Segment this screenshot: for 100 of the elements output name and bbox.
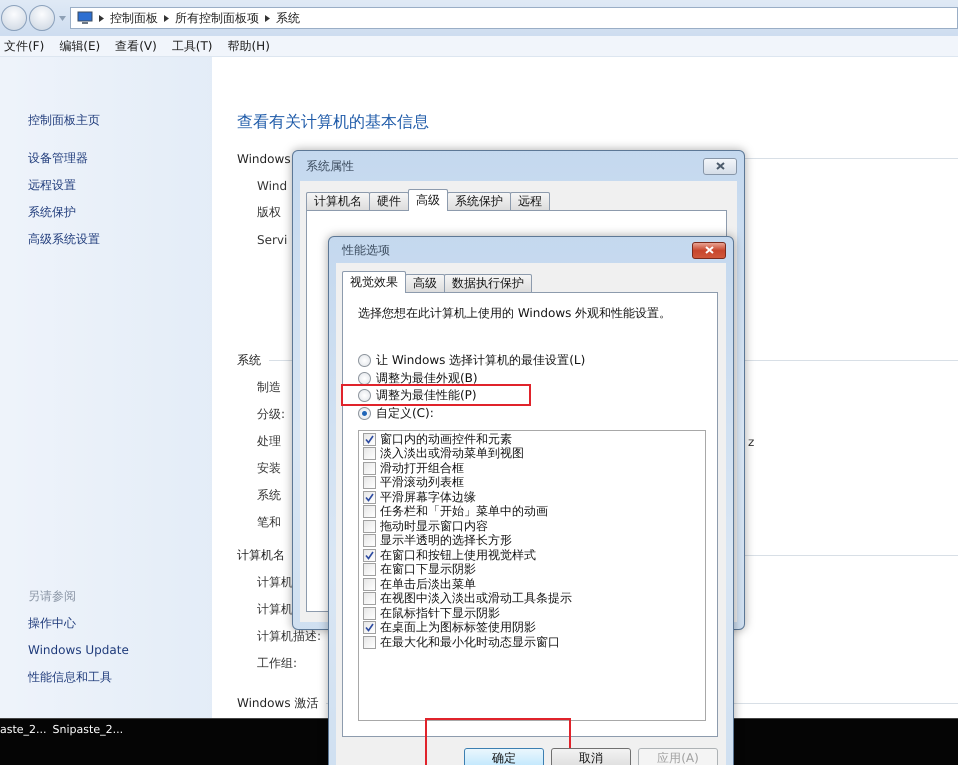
check-icon <box>365 434 374 444</box>
chevron-icon <box>265 14 270 22</box>
checkbox-label[interactable]: 在单击后淡出菜单 <box>380 576 476 593</box>
field-label: 分级: <box>257 406 286 423</box>
checkbox-label[interactable]: 拖动时显示窗口内容 <box>380 518 488 535</box>
sidebar-link[interactable]: 系统保护 <box>28 199 76 226</box>
sidebar-link[interactable]: 操作中心 <box>28 610 76 637</box>
computer-icon <box>77 11 93 25</box>
dialog-button[interactable]: 确定 <box>464 748 544 765</box>
check-icon <box>365 623 374 632</box>
sidebar-link[interactable]: 性能信息和工具 <box>28 664 112 691</box>
section-title: Windows 激活 <box>237 695 318 712</box>
close-icon <box>704 246 714 254</box>
checkbox[interactable] <box>363 592 376 606</box>
checkbox[interactable] <box>363 432 376 446</box>
sidebar-link[interactable]: 控制面板主页 <box>28 107 100 134</box>
taskbar-item[interactable]: aste_2... <box>0 723 47 736</box>
radio-label[interactable]: 自定义(C): <box>376 404 434 422</box>
checkbox[interactable] <box>363 534 376 548</box>
checkbox[interactable] <box>363 505 376 518</box>
field-label: 安装 <box>257 460 281 477</box>
tab[interactable]: 数据执行保护 <box>444 274 532 293</box>
taskbar-item[interactable]: Snipaste_2... <box>52 723 124 736</box>
field-label: 系统 <box>257 487 281 504</box>
radio-button[interactable] <box>358 372 371 385</box>
menu-item[interactable]: 帮助(H) <box>228 38 270 54</box>
section-title: 计算机名 <box>237 547 285 564</box>
checkbox[interactable] <box>363 636 376 649</box>
menu-item[interactable]: 文件(F) <box>4 38 44 54</box>
close-icon <box>716 162 724 170</box>
tab[interactable]: 计算机名 <box>306 192 370 211</box>
checkbox[interactable] <box>363 476 376 490</box>
field-label: 计算机 <box>257 601 293 618</box>
menu-item[interactable]: 查看(V) <box>115 38 157 54</box>
checkbox-label[interactable]: 平滑屏幕字体边缘 <box>380 488 476 506</box>
radio-button[interactable] <box>358 389 371 402</box>
breadcrumb-item[interactable]: 系统 <box>276 10 300 26</box>
radio-button[interactable] <box>358 354 371 368</box>
field-label: 计算机 <box>257 574 293 591</box>
checkbox[interactable] <box>363 578 376 591</box>
sidebar-link[interactable]: 设备管理器 <box>28 145 88 172</box>
menu-item[interactable]: 工具(T) <box>172 38 212 54</box>
radio-label[interactable]: 调整为最佳外观(B) <box>376 370 478 387</box>
check-icon <box>365 550 374 560</box>
breadcrumb-item[interactable]: 控制面板 <box>110 10 158 26</box>
checkbox-label[interactable]: 在最大化和最小化时动态显示窗口 <box>380 634 560 651</box>
field-label: Wind <box>257 178 288 192</box>
caret-icon[interactable] <box>59 16 66 20</box>
checkbox[interactable] <box>363 462 376 475</box>
checkbox-label[interactable]: 在桌面上为图标标签使用阴影 <box>380 619 536 636</box>
back-button[interactable] <box>1 5 27 31</box>
checkbox-label[interactable]: 在窗口下显示阴影 <box>380 561 476 578</box>
tab[interactable]: 高级 <box>405 274 445 293</box>
section-title: 系统 <box>237 352 261 369</box>
radio-label[interactable]: 让 Windows 选择计算机的最佳设置(L) <box>376 352 586 370</box>
checkbox[interactable] <box>363 520 376 533</box>
checkbox[interactable] <box>363 490 376 504</box>
window-title: 系统属性 <box>305 158 354 174</box>
sidebar-link[interactable]: 远程设置 <box>28 172 76 199</box>
checkbox-label[interactable]: 平滑滚动列表框 <box>380 474 464 492</box>
sidebar-link[interactable]: Windows Update <box>28 637 129 664</box>
checkbox[interactable] <box>363 606 376 620</box>
checkbox[interactable] <box>363 621 376 634</box>
tab[interactable]: 视觉效果 <box>342 271 406 293</box>
checkbox[interactable] <box>363 447 376 460</box>
checkbox-label[interactable]: 任务栏和「开始」菜单中的动画 <box>380 503 548 520</box>
field-label: Servi <box>257 232 288 246</box>
radio-button[interactable] <box>358 406 371 420</box>
checkbox-label[interactable]: 淡入淡出或滑动菜单到视图 <box>380 445 524 462</box>
forward-button[interactable] <box>29 5 55 31</box>
window-title: 性能选项 <box>340 242 390 258</box>
menu-item[interactable]: 编辑(E) <box>59 38 100 54</box>
close-button[interactable] <box>703 158 737 174</box>
field-label: 计算机描述: <box>257 628 322 645</box>
breadcrumb-item[interactable]: 所有控制面板项 <box>175 10 259 26</box>
dialog-button[interactable]: 取消 <box>551 748 631 765</box>
address-bar[interactable]: 控制面板 所有控制面板项 系统 <box>70 7 958 29</box>
checkbox-label[interactable]: 滑动打开组合框 <box>380 460 464 477</box>
check-icon <box>365 492 374 502</box>
field-label: 版权 <box>257 204 281 221</box>
field-label: 处理 <box>257 433 281 450</box>
checkbox[interactable] <box>363 563 376 576</box>
checkbox-label[interactable]: 显示半透明的选择长方形 <box>380 532 512 550</box>
checkbox-label[interactable]: 在窗口和按钮上使用视觉样式 <box>380 546 536 564</box>
radio-label[interactable]: 调整为最佳性能(P) <box>376 387 477 404</box>
checkbox-label[interactable]: 在视图中淡入淡出或滑动工具条提示 <box>380 590 572 608</box>
tab[interactable]: 硬件 <box>369 192 409 211</box>
tab[interactable]: 高级 <box>408 189 448 211</box>
tab[interactable]: 远程 <box>510 192 550 211</box>
close-button[interactable] <box>692 242 726 258</box>
field-label: 笔和 <box>257 514 281 531</box>
section-title: Windows <box>237 152 291 166</box>
checkbox-label[interactable]: 窗口内的动画控件和元素 <box>380 430 512 448</box>
checkbox-label[interactable]: 在鼠标指针下显示阴影 <box>380 604 500 622</box>
field-label: 工作组: <box>257 655 298 672</box>
checkbox[interactable] <box>363 548 376 562</box>
sidebar-link[interactable]: 高级系统设置 <box>28 226 100 253</box>
section-label: 另请参阅 <box>28 588 77 605</box>
tab[interactable]: 系统保护 <box>447 192 511 211</box>
chevron-icon <box>164 14 169 22</box>
